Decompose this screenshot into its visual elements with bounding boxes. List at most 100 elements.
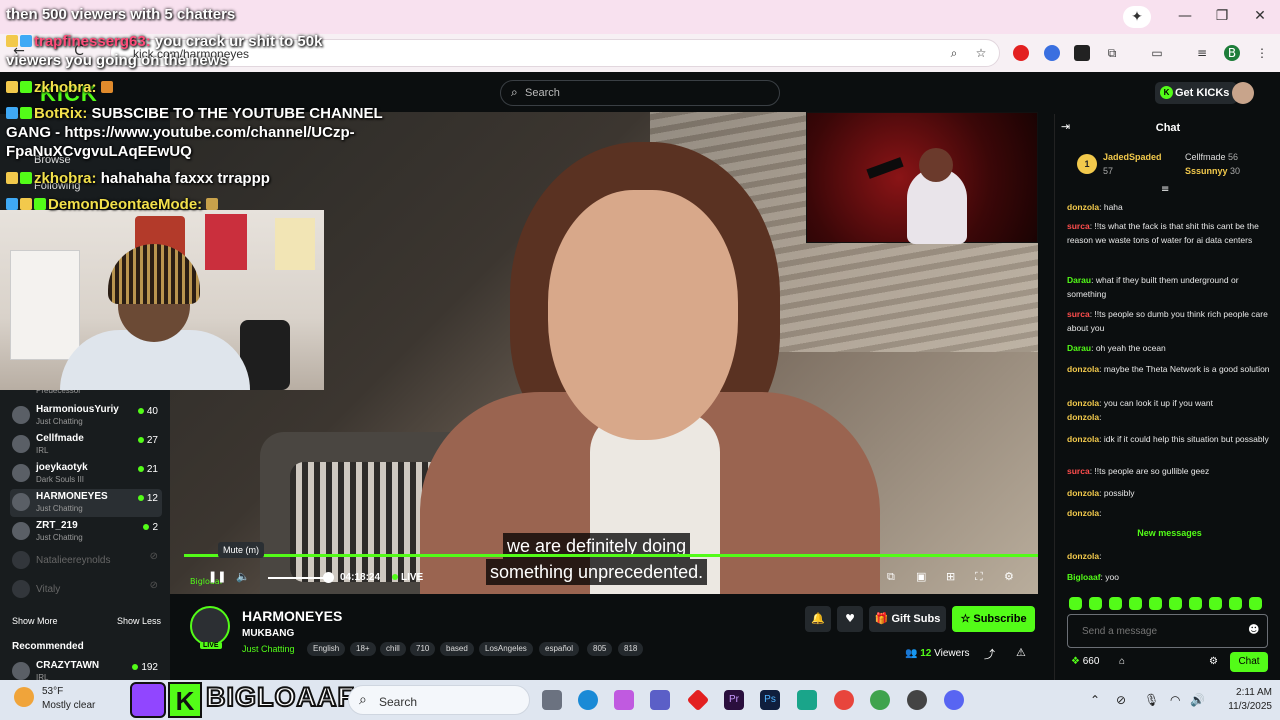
chat-username[interactable]: donzola [1067, 488, 1099, 498]
leaderboard-user[interactable]: JadedSpaded [1103, 152, 1162, 162]
chat-username[interactable]: donzola [1067, 398, 1099, 408]
video-progress-bar[interactable] [184, 554, 1038, 557]
premiere-pro-icon[interactable]: Pr [724, 690, 744, 710]
copilot-icon[interactable] [614, 690, 634, 710]
network-off-icon[interactable]: ⊘ [1116, 693, 1126, 707]
chat-username[interactable]: surca [1067, 309, 1090, 319]
stream-tag[interactable]: LosAngeles [479, 642, 533, 656]
microphone-icon[interactable]: 🎙 [1144, 693, 1159, 707]
task-view-icon[interactable] [542, 690, 562, 710]
clip-icon[interactable]: ⊞ [946, 570, 955, 583]
settings-gear-icon[interactable]: ⚙ [1004, 570, 1014, 583]
profile-avatar[interactable]: B [1224, 45, 1240, 61]
photoshop-icon[interactable]: Ps [760, 690, 780, 710]
edge-icon[interactable] [578, 690, 598, 710]
store-icon[interactable]: ⌂ [1119, 656, 1125, 667]
chat-settings-gear-icon[interactable]: ⚙ [1209, 656, 1218, 667]
app-icon[interactable] [797, 690, 817, 710]
stream-tag[interactable]: 18+ [350, 642, 376, 656]
chat-input-box[interactable]: ☻ [1067, 614, 1268, 648]
notification-bell-icon[interactable]: 🔔 [805, 606, 831, 632]
bookmark-star-icon[interactable]: ☆ [973, 45, 989, 61]
streamer-name[interactable]: HARMONEYES [242, 608, 342, 624]
opera-extension-icon[interactable] [1013, 45, 1029, 61]
stream-tag[interactable]: chill [380, 642, 406, 656]
stream-tag[interactable]: 710 [410, 642, 436, 656]
wifi-icon[interactable]: ◠ [1170, 693, 1180, 707]
discord-icon[interactable] [944, 690, 964, 710]
stream-category-link[interactable]: Just Chatting [242, 644, 295, 654]
leaderboard-user[interactable]: Cellfmade 56 [1185, 152, 1238, 162]
gift-subs-button[interactable]: 🎁 Gift Subs [869, 606, 946, 632]
app-icon[interactable] [686, 688, 710, 712]
puzzle-extensions-icon[interactable]: ⧉ [1104, 45, 1120, 61]
user-avatar[interactable] [1232, 82, 1254, 104]
emote-icon[interactable] [1229, 597, 1242, 610]
show-more-button[interactable]: Show More [12, 616, 58, 626]
pip-icon[interactable]: ⧉ [887, 570, 895, 584]
taskbar-search[interactable]: ⌕ Search [348, 685, 530, 715]
emote-icon[interactable] [1169, 597, 1182, 610]
volume-icon[interactable]: 🔈 [236, 570, 250, 583]
report-icon[interactable]: ⚠ [1016, 646, 1026, 659]
emote-icon[interactable] [1249, 597, 1262, 610]
stream-tag[interactable]: 818 [618, 642, 644, 656]
streamer-avatar[interactable] [190, 606, 230, 646]
emote-icon[interactable] [1109, 597, 1122, 610]
sidebar-channel[interactable]: joeykaotyk Dark Souls III 21 [10, 460, 162, 488]
teams-icon[interactable] [650, 690, 670, 710]
cast-icon[interactable]: ▭ [1149, 45, 1165, 61]
chat-username[interactable]: donzola [1067, 364, 1099, 374]
send-chat-button[interactable]: Chat [1230, 652, 1268, 672]
emote-icon[interactable] [1129, 597, 1142, 610]
chrome-icon[interactable] [834, 690, 854, 710]
window-close-button[interactable]: ✕ [1245, 8, 1275, 26]
fullscreen-icon[interactable]: ⛶ [975, 570, 983, 584]
chrome-profile-icon[interactable] [870, 690, 890, 710]
stream-tag[interactable]: English [307, 642, 346, 656]
emoji-picker-icon[interactable]: ☻ [1248, 623, 1259, 636]
search-input[interactable]: ⌕ Search [500, 80, 780, 106]
sidebar-channel[interactable]: Cellfmade IRL 27 [10, 431, 162, 459]
media-control-icon[interactable]: ≡ [1194, 45, 1210, 61]
stream-tag[interactable]: español [539, 642, 580, 656]
theater-mode-icon[interactable]: ▣ [916, 570, 926, 583]
show-less-button[interactable]: Show Less [117, 616, 161, 626]
volume-slider[interactable] [268, 577, 330, 579]
chat-username[interactable]: surca [1067, 466, 1090, 476]
sidebar-channel[interactable]: HarmoniousYuriy Just Chatting 40 [10, 402, 162, 430]
get-kicks-button[interactable]: K Get KICKs [1155, 82, 1238, 104]
live-indicator[interactable]: LIVE [392, 572, 423, 583]
sidebar-channel-active[interactable]: HARMONEYES Just Chatting 12 [10, 489, 162, 517]
zoom-icon[interactable]: ⌕ [946, 45, 962, 61]
emote-icon[interactable] [1149, 597, 1162, 610]
obs-icon[interactable] [907, 690, 927, 710]
tray-overflow-icon[interactable]: ⌃ [1090, 693, 1100, 707]
chat-username[interactable]: Bigloaaf [1067, 572, 1101, 582]
leaderboard-user[interactable]: Sssunnyy 30 [1185, 166, 1240, 176]
chat-username[interactable]: Darau [1067, 343, 1091, 353]
emote-icon[interactable] [1209, 597, 1222, 610]
follow-heart-button[interactable]: ♥ [837, 606, 863, 632]
sidebar-channel-offline[interactable]: Natalieereynolds ⊘ [10, 547, 162, 575]
chat-username[interactable]: donzola [1067, 202, 1099, 212]
window-minimize-button[interactable]: — [1170, 8, 1200, 26]
volume-icon[interactable]: 🔊 [1190, 693, 1205, 707]
emote-icon[interactable] [1069, 597, 1082, 610]
kicks-balance[interactable]: ❖ 660 [1071, 656, 1099, 667]
pause-button[interactable]: ❚❚ [208, 570, 226, 583]
chat-username[interactable]: Darau [1067, 275, 1091, 285]
subscribe-button[interactable]: ☆ Subscribe [952, 606, 1035, 632]
expand-leaderboard-icon[interactable]: ≡ [1161, 184, 1169, 195]
vpn-extension-icon[interactable] [1044, 45, 1060, 61]
weather-widget[interactable]: 53°F Mostly clear [14, 685, 95, 713]
stream-tag[interactable]: 805 [587, 642, 613, 656]
emote-icon[interactable] [1189, 597, 1202, 610]
sidebar-channel[interactable]: ZRT_219 Just Chatting 2 [10, 518, 162, 546]
extension-icon[interactable] [1074, 45, 1090, 61]
chat-username[interactable]: donzola [1067, 434, 1099, 444]
chat-message-field[interactable] [1082, 623, 1242, 639]
window-maximize-button[interactable]: ❐ [1207, 8, 1237, 26]
chat-username[interactable]: surca [1067, 221, 1090, 231]
volume-slider-handle[interactable] [323, 572, 334, 583]
